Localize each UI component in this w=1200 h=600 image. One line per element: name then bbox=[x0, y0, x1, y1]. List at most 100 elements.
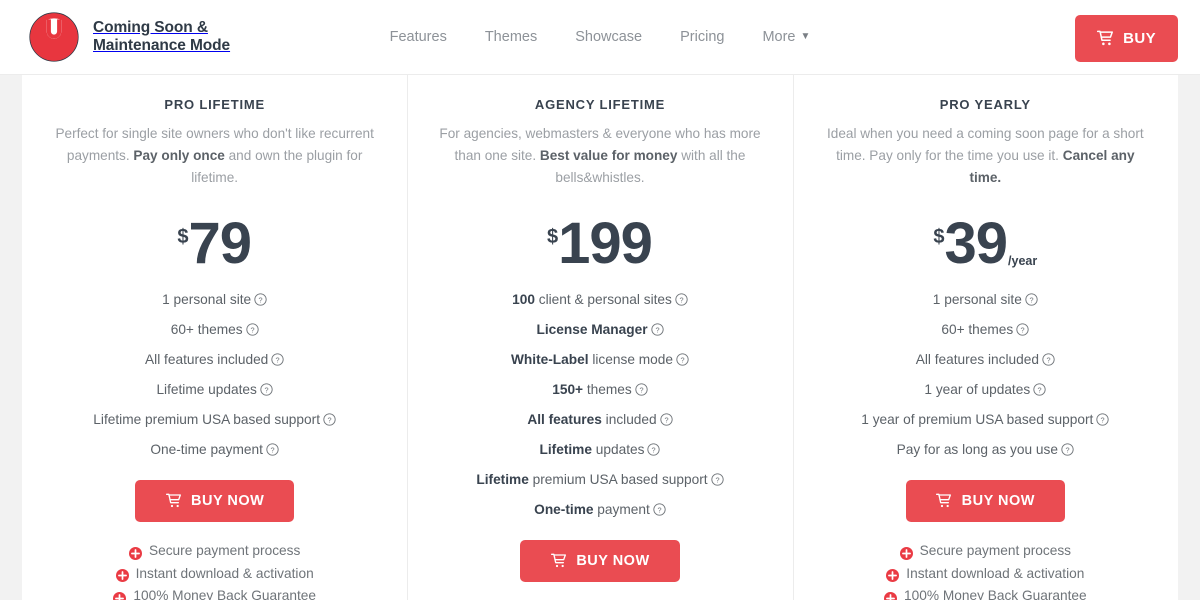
price-currency: $ bbox=[547, 226, 559, 248]
trust-item: Secure payment process bbox=[40, 540, 389, 563]
price-currency: $ bbox=[177, 226, 189, 248]
buy-now-label: BUY NOW bbox=[191, 493, 265, 509]
feature-item: License Manager? bbox=[425, 315, 774, 345]
buy-now-label: BUY NOW bbox=[576, 553, 650, 569]
help-icon[interactable]: ? bbox=[675, 287, 688, 306]
help-icon[interactable]: ? bbox=[653, 497, 666, 516]
cart-icon bbox=[550, 553, 567, 570]
plan-price: $ 199 bbox=[425, 215, 774, 273]
buy-now-label: BUY NOW bbox=[961, 493, 1035, 509]
feature-item: 150+ themes? bbox=[425, 375, 774, 405]
help-icon[interactable]: ? bbox=[1033, 377, 1046, 396]
plan-price: $ 79 bbox=[40, 215, 389, 273]
svg-text:?: ? bbox=[715, 475, 719, 484]
buy-now-button[interactable]: BUY NOW bbox=[520, 540, 680, 582]
cart-icon bbox=[1097, 30, 1114, 47]
plan-description: Ideal when you need a coming soon page f… bbox=[826, 126, 1144, 185]
main-nav: Features Themes Showcase Pricing More ▼ bbox=[390, 29, 811, 45]
header-buy-button[interactable]: BUY bbox=[1075, 15, 1178, 62]
feature-item: All features included? bbox=[425, 405, 774, 435]
feature-item: 1 year of premium USA based support? bbox=[811, 405, 1160, 435]
svg-text:?: ? bbox=[327, 415, 331, 424]
help-icon[interactable]: ? bbox=[676, 347, 689, 366]
pricing-plan-pro-lifetime: PRO LIFETIME Perfect for single site own… bbox=[22, 75, 408, 600]
plan-description: Perfect for single site owners who don't… bbox=[55, 126, 374, 185]
trust-item: Secure payment process bbox=[811, 540, 1160, 563]
pricing-plan-agency-lifetime: AGENCY LIFETIME For agencies, webmasters… bbox=[407, 75, 793, 600]
nav-item-showcase[interactable]: Showcase bbox=[575, 29, 642, 45]
help-icon[interactable]: ? bbox=[647, 437, 661, 456]
help-icon[interactable]: ? bbox=[635, 377, 648, 396]
price-currency: $ bbox=[933, 226, 945, 248]
svg-text:?: ? bbox=[276, 355, 280, 364]
feature-item: 60+ themes? bbox=[40, 315, 389, 345]
nav-item-features[interactable]: Features bbox=[390, 29, 447, 45]
plan-feature-list: 100 client & personal sites? License Man… bbox=[425, 285, 774, 525]
svg-text:?: ? bbox=[1021, 325, 1025, 334]
svg-text:?: ? bbox=[664, 415, 668, 424]
plan-title: PRO YEARLY bbox=[939, 97, 1031, 112]
price-amount: 199 bbox=[558, 211, 653, 276]
svg-text:?: ? bbox=[1038, 385, 1042, 394]
buy-now-button[interactable]: BUY NOW bbox=[905, 480, 1065, 522]
trust-item: Instant download & activation bbox=[40, 563, 389, 586]
pricing-table: PRO LIFETIME Perfect for single site own… bbox=[0, 75, 1200, 600]
nav-item-more[interactable]: More ▼ bbox=[762, 29, 810, 45]
svg-text:?: ? bbox=[264, 385, 268, 394]
help-icon[interactable]: ? bbox=[660, 407, 673, 426]
feature-item: Lifetime premium USA based support? bbox=[40, 405, 389, 435]
plan-feature-list: 1 personal site? 60+ themes? All feature… bbox=[811, 285, 1160, 465]
feature-item: 1 personal site? bbox=[811, 285, 1160, 315]
feature-item: Pay for as long as you use? bbox=[811, 435, 1160, 465]
help-icon[interactable]: ? bbox=[650, 317, 664, 336]
plan-feature-list: 1 personal site? 60+ themes? All feature… bbox=[40, 285, 389, 465]
help-icon[interactable]: ? bbox=[1042, 347, 1055, 366]
help-icon[interactable]: ? bbox=[266, 437, 279, 456]
price-amount: 39 bbox=[944, 211, 1009, 276]
plan-title: AGENCY LIFETIME bbox=[534, 97, 666, 112]
help-icon[interactable]: ? bbox=[710, 467, 724, 486]
feature-item: 1 personal site? bbox=[40, 285, 389, 315]
plan-price: $ 39 /year bbox=[811, 215, 1160, 273]
svg-text:?: ? bbox=[1101, 415, 1105, 424]
feature-item: 60+ themes? bbox=[811, 315, 1160, 345]
buy-now-button[interactable]: BUY NOW bbox=[135, 480, 295, 522]
cart-icon bbox=[936, 493, 953, 510]
header-buy-label: BUY bbox=[1123, 30, 1156, 47]
help-icon[interactable]: ? bbox=[254, 287, 267, 306]
brand-name: Coming Soon & Maintenance Mode bbox=[93, 18, 231, 54]
help-icon[interactable]: ? bbox=[245, 317, 259, 336]
trust-item: 100% Money Back Guarantee bbox=[40, 585, 389, 600]
help-icon[interactable]: ? bbox=[1096, 407, 1109, 426]
svg-text:?: ? bbox=[655, 325, 659, 334]
chevron-down-icon: ▼ bbox=[800, 31, 811, 42]
wrench-circle-logo-icon bbox=[28, 11, 80, 63]
plus-circle-icon bbox=[899, 545, 913, 560]
plan-description: For agencies, webmasters & everyone who … bbox=[439, 126, 761, 185]
help-icon[interactable]: ? bbox=[271, 347, 284, 366]
feature-item: Lifetime premium USA based support? bbox=[425, 465, 774, 495]
help-icon[interactable]: ? bbox=[1025, 287, 1038, 306]
nav-item-pricing[interactable]: Pricing bbox=[680, 29, 724, 45]
plan-cta-wrap: BUY NOW bbox=[811, 480, 1160, 522]
brand-logo-link[interactable]: Coming Soon & Maintenance Mode bbox=[28, 11, 230, 63]
trust-item: Instant download & activation bbox=[811, 563, 1160, 586]
plus-circle-icon bbox=[115, 567, 129, 583]
svg-text:?: ? bbox=[679, 295, 683, 304]
feature-item: 100 client & personal sites? bbox=[425, 285, 774, 315]
plus-circle-icon bbox=[884, 590, 898, 600]
feature-item: White-Label license mode? bbox=[425, 345, 774, 375]
nav-item-themes[interactable]: Themes bbox=[485, 29, 537, 45]
help-icon[interactable]: ? bbox=[323, 407, 336, 426]
feature-item: All features included? bbox=[811, 345, 1160, 375]
svg-text:?: ? bbox=[657, 505, 661, 514]
svg-text:?: ? bbox=[639, 385, 643, 394]
help-icon[interactable]: ? bbox=[1061, 437, 1074, 456]
help-icon[interactable]: ? bbox=[260, 377, 273, 396]
help-icon[interactable]: ? bbox=[1016, 317, 1029, 336]
svg-text:?: ? bbox=[250, 325, 254, 334]
price-period: /year bbox=[1008, 253, 1038, 268]
feature-item: One-time payment? bbox=[425, 495, 774, 525]
plus-circle-icon bbox=[113, 590, 127, 600]
plan-title: PRO LIFETIME bbox=[164, 97, 265, 112]
